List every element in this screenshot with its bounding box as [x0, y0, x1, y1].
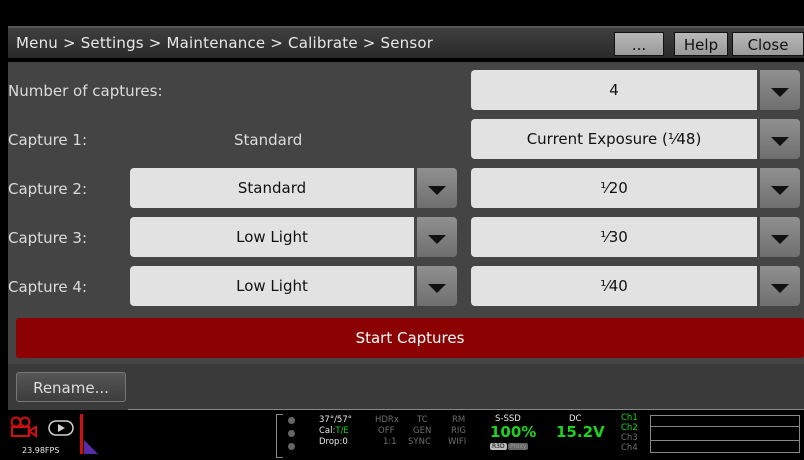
capture-3-mode-dropdown[interactable]	[417, 217, 457, 257]
capture-1-label: Capture 1:	[8, 131, 88, 149]
hdrx-value: OFF	[378, 426, 395, 436]
audio-ch2: Ch2	[621, 423, 638, 433]
audio-meters	[650, 415, 800, 453]
close-button[interactable]: Close	[732, 32, 804, 56]
aspect-ratio: 1:1	[383, 437, 397, 447]
tc-label: TC	[417, 415, 428, 425]
audio-ch4: Ch4	[621, 443, 638, 453]
status-bar: 23.98FPS 37°/57° Cal:T/E Drop:0 HDRx OFF…	[0, 412, 804, 460]
number-of-captures-select[interactable]: 4	[471, 70, 757, 110]
sensor-temp: 37°/57°	[319, 415, 352, 425]
r3d-badge: R3D	[490, 443, 507, 450]
proxy-badge: Proxy	[508, 443, 529, 450]
capture-3-exposure-select[interactable]: ¹⁄30	[471, 217, 757, 257]
media-percent: 100%	[490, 423, 537, 441]
rename-button[interactable]: Rename...	[16, 372, 126, 402]
more-button[interactable]: ...	[614, 32, 664, 56]
breadcrumb: Menu > Settings > Maintenance > Calibrat…	[16, 34, 434, 52]
help-button[interactable]: Help	[674, 32, 728, 56]
number-of-captures-dropdown[interactable]	[760, 70, 800, 110]
indicator-dot-2	[288, 430, 295, 437]
gen-label: GEN	[413, 426, 432, 436]
audio-ch3: Ch3	[621, 433, 638, 443]
capture-1-exposure-select[interactable]: Current Exposure (¹⁄48)	[471, 119, 757, 159]
indicator-dot-3	[288, 443, 295, 450]
capture-2-label: Capture 2:	[8, 180, 88, 198]
capture-4-mode-dropdown[interactable]	[417, 266, 457, 306]
title-bar: Menu > Settings > Maintenance > Calibrat…	[8, 26, 804, 58]
capture-3-mode-select[interactable]: Low Light	[130, 217, 414, 257]
capture-3-label: Capture 3:	[8, 229, 88, 247]
capture-3-exposure-dropdown[interactable]	[760, 217, 800, 257]
capture-1-exposure-dropdown[interactable]	[760, 119, 800, 159]
status-bracket	[276, 414, 283, 458]
capture-2-mode-select[interactable]: Standard	[130, 168, 414, 208]
capture-1-mode: Standard	[234, 131, 303, 149]
hdrx-label: HDRx	[375, 415, 399, 425]
capture-4-mode-select[interactable]: Low Light	[130, 266, 414, 306]
number-of-captures-label: Number of captures:	[8, 82, 163, 100]
bottom-divider	[128, 409, 804, 410]
audio-meter-divider	[651, 440, 799, 441]
fps-readout: 23.98FPS	[22, 446, 60, 455]
capture-2-exposure-dropdown[interactable]	[760, 168, 800, 208]
record-level-bar	[80, 414, 83, 454]
rm-label: RM	[452, 415, 466, 425]
drop-frames: Drop:0	[319, 437, 348, 447]
dc-voltage: 15.2V	[556, 423, 605, 441]
bottom-bar: Rename...	[8, 364, 804, 410]
capture-4-label: Capture 4:	[8, 278, 88, 296]
start-captures-button[interactable]: Start Captures	[16, 318, 804, 358]
calibration-status: Cal:T/E	[319, 426, 349, 436]
audio-ch1: Ch1	[621, 413, 638, 423]
capture-4-exposure-dropdown[interactable]	[760, 266, 800, 306]
capture-2-mode-dropdown[interactable]	[417, 168, 457, 208]
camera-record-icon	[10, 416, 37, 438]
rig-label: RIG	[451, 426, 466, 436]
wifi-label: WIFI	[448, 437, 467, 447]
capture-2-exposure-select[interactable]: ¹⁄20	[471, 168, 757, 208]
playback-icon[interactable]	[48, 420, 74, 436]
audio-meter-divider	[651, 426, 799, 427]
capture-4-exposure-select[interactable]: ¹⁄40	[471, 266, 757, 306]
indicator-dot-1	[288, 417, 295, 424]
sync-label: SYNC	[408, 437, 431, 447]
histogram-icon	[84, 440, 98, 454]
